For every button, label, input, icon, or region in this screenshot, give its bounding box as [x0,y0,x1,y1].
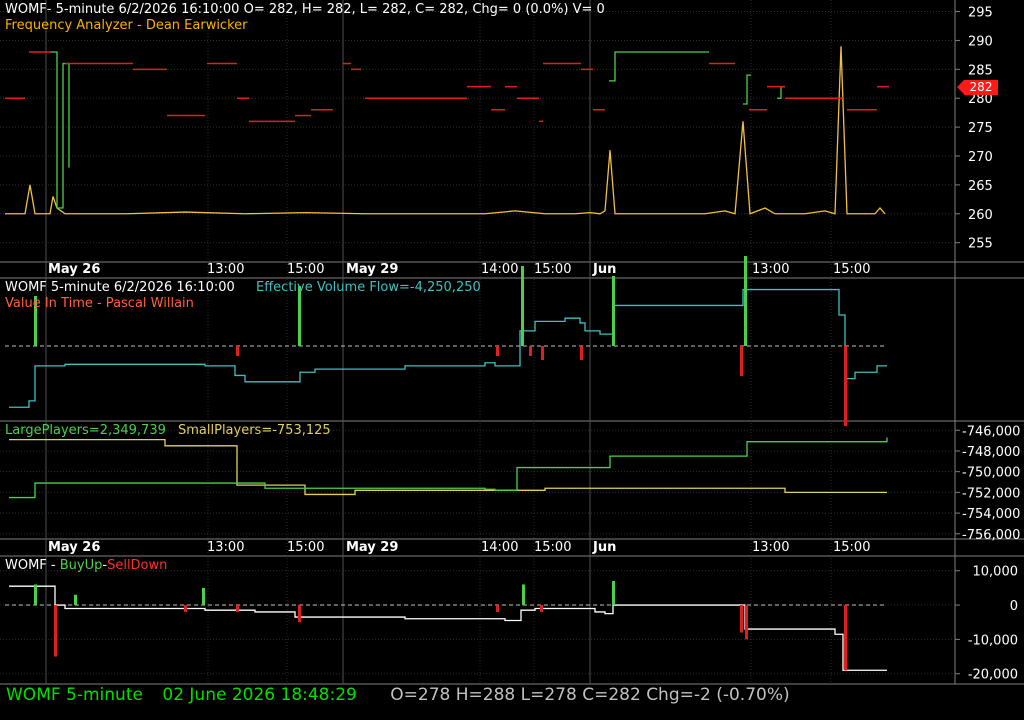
price-tick-label: 260 [968,208,993,223]
buyup-bar [844,605,847,671]
selldown-label: SellDown [107,558,168,573]
volume-flow-bar [744,256,747,346]
players-series-line-7 [9,438,887,496]
buyup-bar [496,605,499,612]
status-interval: 5-minute [66,685,143,705]
volume-flow-bar [496,346,499,356]
volume-flow-bar [529,346,532,356]
buyup-bar [740,605,743,633]
x-axis-label: 15:00 [833,262,871,277]
buyup-bar [745,605,748,640]
buyup-tick-label: -20,000 [968,668,1018,683]
status-low: L=278 [520,685,577,705]
buyup-bar [184,605,187,612]
buyup-tick-label: 10,000 [973,565,1019,580]
x-axis-label: 15:00 [534,262,572,277]
x-axis-label: May 26 [48,262,101,277]
price-tick-label: 295 [968,6,993,21]
buyup-label: BuyUp [59,558,103,573]
price-tick-label: 255 [968,237,993,252]
buyup-bar [522,584,525,606]
x-axis-label: May 29 [346,540,399,555]
volume-flow-bar [580,346,583,360]
buyup-tick-label: -10,000 [968,633,1018,648]
x-axis-label: 15:00 [534,540,572,555]
volume-flow-title: WOMF 5-minute 6/2/2026 16:10:00 [5,280,235,295]
x-axis-label: 15:00 [287,540,325,555]
buyup-bar [74,594,77,606]
large-players-label: LargePlayers=2,349,739 [5,423,166,438]
chart-canvas: 295290285280275270265260255-746,000-748,… [0,0,1024,685]
x-axis-label: 13:00 [752,262,790,277]
price-tick-label: 275 [968,121,993,136]
value-in-time-label: Value In Time - Pascal Willain [5,296,194,311]
effective-volume-flow-label: Effective Volume Flow=-4,250,250 [256,280,481,295]
status-high: H=288 [455,685,516,705]
buyup-series-line-9 [9,585,887,671]
x-axis-label: Jun [593,262,617,277]
x-axis-label: 13:00 [752,540,790,555]
price-series-line-0 [5,46,886,215]
volume-flow-bar [541,346,544,360]
volume-flow-bar [298,286,301,346]
buyup-bar [202,587,205,606]
buyup-bar [298,605,301,623]
x-axis-label: 15:00 [287,262,325,277]
status-open: O=278 [390,685,451,705]
buyup-bar [54,605,57,657]
players-tick-label: -748,000 [962,445,1020,460]
x-axis-label: 14:00 [481,262,519,277]
buyup-bar [34,584,37,606]
buyup-bar [540,605,543,612]
x-axis-label: Jun [593,540,617,555]
price-tick-label: 265 [968,179,993,194]
status-symbol: WOMF [6,685,61,705]
buyup-bar [612,581,615,606]
status-datetime: 02 June 2026 18:48:29 [162,685,357,705]
price-tick-label: 285 [968,63,993,78]
status-close: C=282 [582,685,641,705]
price-series-line-2 [609,51,709,82]
volume-flow-bar [844,346,847,426]
volume-flow-bar [521,266,524,346]
x-axis-label: 13:00 [207,540,245,555]
price-tick-label: 270 [968,150,993,165]
price-series-line-4 [777,86,785,99]
volume-flow-bar [740,346,743,376]
players-tick-label: -752,000 [962,486,1020,501]
buyup-panel-title: WOMF - BuyUp-SellDown [5,558,167,573]
volume-flow-bar [236,346,239,356]
x-axis-label: 13:00 [207,262,245,277]
x-axis-label: May 29 [346,262,399,277]
status-change: Chg=-2 (-0.70%) [646,685,790,705]
last-price-badge: 282 [957,80,998,95]
small-players-label: SmallPlayers=-753,125 [178,423,331,438]
players-tick-label: -746,000 [962,424,1020,439]
buyup-bar [236,605,239,612]
players-tick-label: -754,000 [962,507,1020,522]
price-series-line-3 [743,74,751,105]
volume-flow-bar [612,276,615,346]
players-tick-label: -750,000 [962,466,1020,481]
x-axis-label: May 26 [48,540,101,555]
buyup-symbol: WOMF - [5,558,60,573]
price-panel-title: WOMF- 5-minute 6/2/2026 16:10:00 O= 282,… [5,2,605,17]
price-panel-indicator-name: Frequency Analyzer - Dean Earwicker [5,18,248,33]
price-tick-label: 290 [968,34,993,49]
x-axis-label: 14:00 [481,540,519,555]
players-tick-label: -756,000 [962,528,1020,543]
x-axis-label: 15:00 [833,540,871,555]
status-bar: WOMF 5-minute 02 June 2026 18:48:29 O=27… [6,685,790,705]
buyup-tick-label: 0 [1010,599,1018,614]
